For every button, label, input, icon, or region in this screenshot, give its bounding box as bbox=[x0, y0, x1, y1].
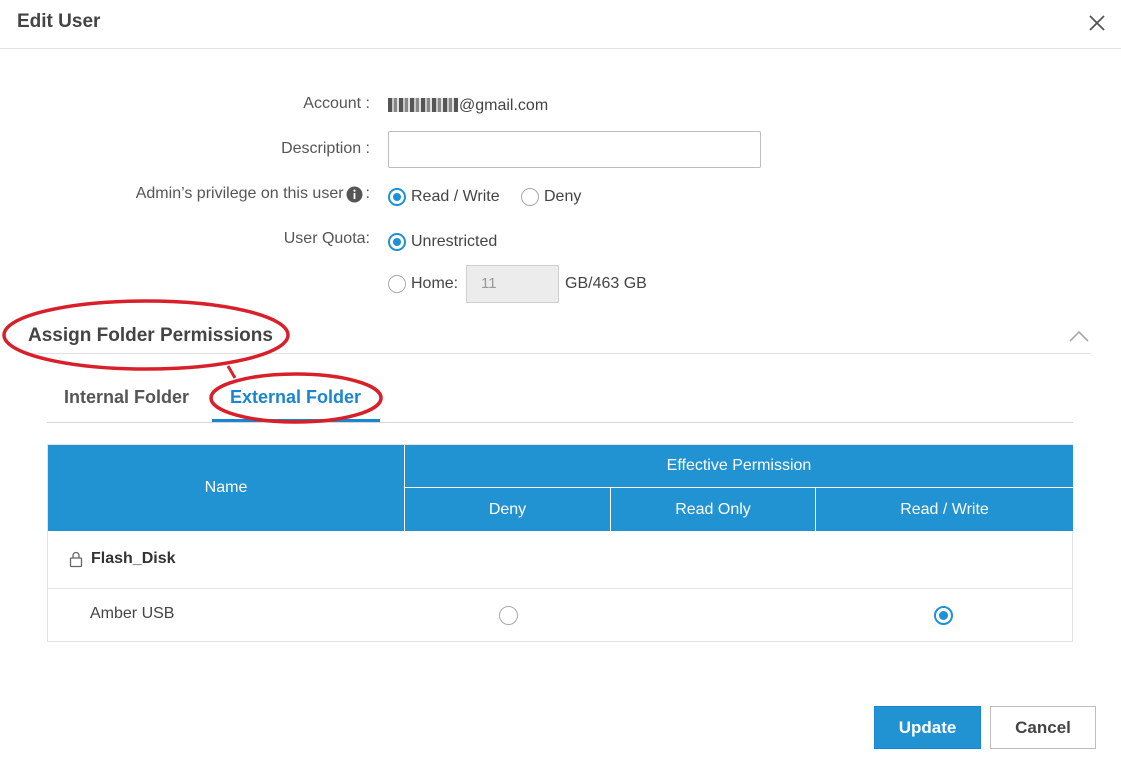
tabs-divider bbox=[47, 422, 1073, 423]
header-deny: Deny bbox=[405, 488, 611, 531]
annotation-connector bbox=[226, 365, 237, 379]
update-button[interactable]: Update bbox=[874, 706, 981, 749]
header-name: Name bbox=[48, 445, 405, 531]
account-domain: @gmail.com bbox=[459, 97, 549, 114]
folder-name: Amber USB bbox=[90, 605, 175, 622]
quota-unit: GB/463 GB bbox=[565, 275, 647, 292]
privilege-label: Admin’s privilege on this user : bbox=[136, 185, 370, 203]
radio-dot-checked bbox=[388, 233, 406, 251]
radio-dot-checked bbox=[388, 188, 406, 206]
lock-icon bbox=[69, 551, 83, 568]
quota-unrestricted-radio[interactable]: Unrestricted bbox=[388, 233, 497, 251]
permissions-table: Name Effective Permission Deny Read Only… bbox=[47, 444, 1073, 642]
annotation-overlay bbox=[2, 299, 383, 424]
tab-internal-folder[interactable]: Internal Folder bbox=[64, 387, 189, 408]
radio-label: Unrestricted bbox=[411, 233, 498, 250]
group-row: Flash_Disk bbox=[48, 531, 1072, 589]
quota-label: User Quota: bbox=[283, 230, 370, 247]
close-icon[interactable] bbox=[1087, 13, 1107, 33]
header-read-write: Read / Write bbox=[816, 488, 1073, 531]
masked-account-name bbox=[388, 98, 458, 112]
radio-label: Read / Write bbox=[411, 188, 500, 205]
info-icon[interactable] bbox=[346, 186, 363, 203]
dialog-header: Edit User bbox=[0, 0, 1121, 49]
description-label: Description : bbox=[281, 140, 370, 157]
group-name: Flash_Disk bbox=[91, 550, 176, 567]
tab-external-folder[interactable]: External Folder bbox=[230, 387, 361, 408]
radio-label: Deny bbox=[544, 188, 582, 205]
privilege-colon: : bbox=[365, 185, 370, 202]
description-input[interactable] bbox=[388, 131, 761, 168]
table-row: Amber USB bbox=[48, 589, 1072, 641]
quota-home-radio[interactable]: Home: bbox=[388, 275, 458, 293]
permission-readwrite-radio[interactable] bbox=[934, 606, 953, 625]
radio-label: Home: bbox=[411, 275, 459, 292]
cancel-button[interactable]: Cancel bbox=[990, 706, 1096, 749]
chevron-up-icon[interactable] bbox=[1068, 328, 1090, 344]
quota-input[interactable]: 11 bbox=[466, 265, 559, 303]
permission-deny-radio[interactable] bbox=[499, 606, 518, 625]
section-divider bbox=[28, 353, 1091, 354]
dialog-title: Edit User bbox=[17, 11, 101, 32]
radio-dot bbox=[521, 188, 539, 206]
account-label: Account : bbox=[303, 95, 370, 112]
privilege-label-text: Admin’s privilege on this user bbox=[135, 185, 344, 202]
privilege-readwrite-radio[interactable]: Read / Write bbox=[388, 188, 500, 206]
privilege-deny-radio[interactable]: Deny bbox=[521, 188, 581, 206]
radio-dot bbox=[388, 275, 406, 293]
header-effective-permission: Effective Permission bbox=[405, 445, 1073, 488]
account-value: @gmail.com bbox=[388, 97, 548, 115]
section-title: Assign Folder Permissions bbox=[28, 325, 273, 346]
header-read-only: Read Only bbox=[611, 488, 816, 531]
